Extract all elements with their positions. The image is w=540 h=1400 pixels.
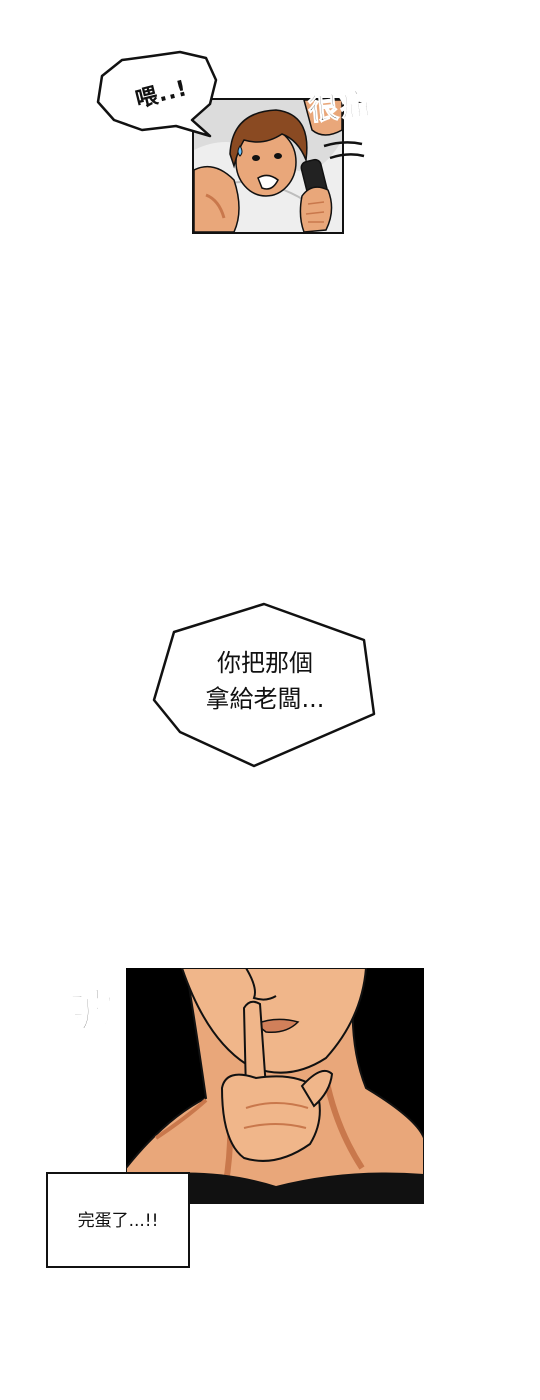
left-eye xyxy=(252,155,260,161)
right-eye xyxy=(274,153,282,159)
hand xyxy=(299,186,333,232)
sfx-pain-lines xyxy=(323,141,365,160)
narration-text: 完蛋了...!! xyxy=(77,1211,159,1231)
bubble-2-line-2: 拿給老闆... xyxy=(205,685,325,713)
comic-panel-shush xyxy=(126,968,424,1204)
panel-2-illustration xyxy=(126,968,424,1204)
bubble-2-line-1: 你把那個 xyxy=(217,649,313,677)
sfx-shh-text: 噓 xyxy=(68,984,117,1039)
sfx-pain-text: 很痛 xyxy=(306,86,375,129)
sweat-drop xyxy=(237,145,243,157)
bubble-2-text: 你把那個 拿給老闆... xyxy=(170,645,360,717)
